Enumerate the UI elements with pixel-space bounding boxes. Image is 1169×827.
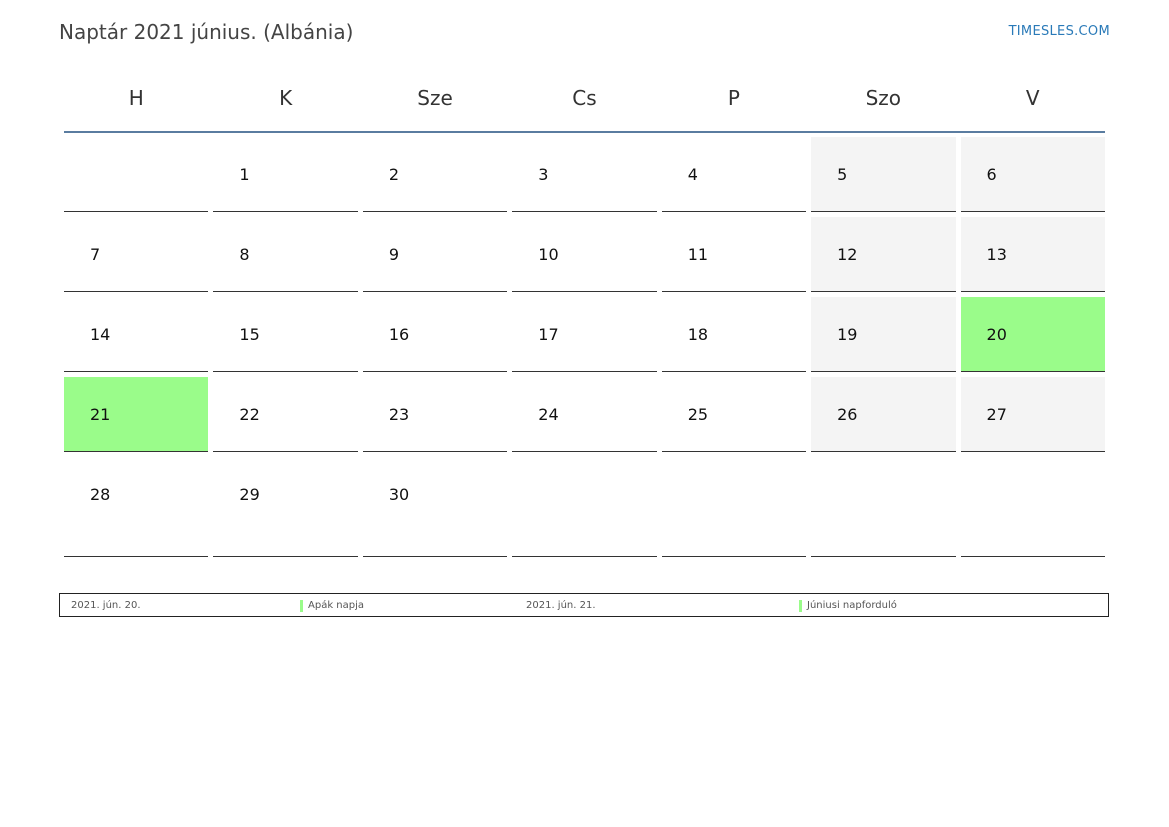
day-cell[interactable]: 16 [362,297,508,372]
day-number: 23 [388,405,410,424]
legend-date: 2021. jún. 20. [71,600,141,611]
day-cell[interactable]: 30 [362,457,508,557]
day-cell[interactable]: 12 [811,217,956,292]
day-number: 18 [687,325,709,344]
day-number: 29 [239,485,260,504]
day-cell[interactable]: 25 [661,377,807,452]
day-cell[interactable]: 23 [362,377,508,452]
day-number: 16 [388,325,410,344]
day-cell[interactable]: 1 [213,137,358,212]
day-number: 28 [90,485,111,504]
day-number: 3 [538,165,549,184]
legend-date: 2021. jún. 21. [526,600,596,611]
legend-color-marker [799,600,802,612]
day-cell[interactable]: 27 [960,377,1105,452]
day-number: 9 [388,245,400,264]
day-cell[interactable]: 13 [960,217,1105,292]
day-number: 21 [90,405,111,424]
day-cell[interactable]: 4 [661,137,807,212]
day-cell[interactable]: 18 [661,297,807,372]
day-cell[interactable]: 5 [811,137,956,212]
day-cell[interactable]: 22 [213,377,358,452]
weekday-sun: V [1025,86,1040,110]
calendar-title: Naptár 2021 június. (Albánia) [59,20,354,44]
week-row-5: 28 29 30 [64,457,1105,557]
brand-link[interactable]: TIMESLES.COM [1009,24,1110,39]
week-row-3: 14 15 16 17 18 19 20 [64,297,1105,372]
day-number: 26 [837,405,858,424]
day-number: 4 [687,165,698,184]
day-number: 8 [239,245,250,264]
legend-color-marker [300,600,303,612]
day-cell [661,457,807,557]
day-number: 10 [538,245,559,264]
weekday-header: H K Sze Cs P Szo V [64,78,1105,118]
day-number: 25 [687,405,709,424]
day-number: 24 [538,405,559,424]
legend-holiday-name: Apák napja [308,600,365,611]
day-cell[interactable]: 3 [512,137,657,212]
day-number: 17 [538,325,559,344]
holiday-cell[interactable]: 21 [64,377,209,452]
day-number: 6 [986,165,997,184]
day-cell[interactable]: 7 [64,217,209,292]
day-number: 1 [239,165,250,184]
day-cell[interactable]: 9 [362,217,508,292]
day-cell [64,137,209,212]
day-cell[interactable]: 28 [64,457,209,557]
week-row-2: 7 8 9 10 11 12 13 [64,217,1105,292]
day-cell[interactable]: 29 [213,457,358,557]
day-cell[interactable]: 19 [811,297,956,372]
day-number: 12 [837,245,858,264]
day-number: 30 [388,485,410,504]
day-number: 2 [388,165,400,184]
day-cell[interactable]: 8 [213,217,358,292]
day-cell [960,457,1105,557]
day-number: 11 [687,245,709,264]
day-number: 5 [837,165,848,184]
weekday-mon: H [128,86,144,110]
holiday-legend: 2021. jún. 20. Apák napja 2021. jún. 21.… [59,593,1109,617]
week-row-1: 1 2 3 4 5 6 [64,137,1105,212]
day-cell[interactable]: 17 [512,297,657,372]
day-cell[interactable]: 11 [661,217,807,292]
day-cell [512,457,657,557]
day-cell[interactable]: 2 [362,137,508,212]
day-cell [811,457,956,557]
day-number: 19 [837,325,858,344]
weekday-sat: Szo [865,86,902,110]
legend-holiday-name: Júniusi napforduló [807,600,897,611]
weekday-wed: Sze [417,86,453,110]
day-cell[interactable]: 26 [811,377,956,452]
day-cell[interactable]: 6 [960,137,1105,212]
calendar-grid: H K Sze Cs P Szo V 1 2 3 4 5 6 7 8 9 10 … [64,78,1105,562]
weekday-fri: P [727,86,740,110]
day-number: 20 [986,325,1007,344]
holiday-cell[interactable]: 20 [960,297,1105,372]
day-number: 7 [90,245,101,264]
day-number: 22 [239,405,260,424]
weekday-thu: Cs [572,86,597,110]
day-number: 13 [986,245,1007,264]
week-row-4: 21 22 23 24 25 26 27 [64,377,1105,452]
day-number: 27 [986,405,1007,424]
day-number: 14 [90,325,111,344]
day-cell[interactable]: 24 [512,377,657,452]
day-cell[interactable]: 15 [213,297,358,372]
weekday-tue: K [279,86,293,110]
day-number: 15 [239,325,260,344]
day-cell[interactable]: 14 [64,297,209,372]
day-cell[interactable]: 10 [512,217,657,292]
header-divider [64,131,1105,133]
